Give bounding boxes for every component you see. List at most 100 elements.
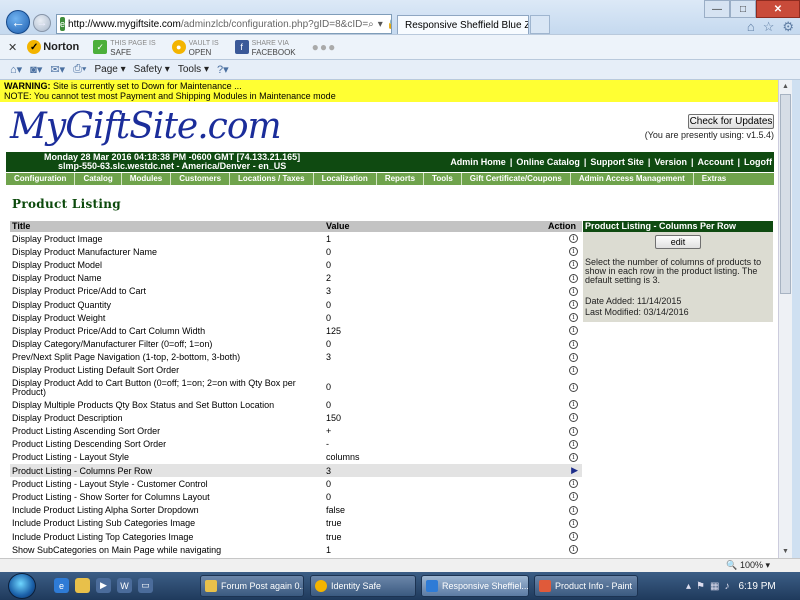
table-row[interactable]: Product Listing - Layout Style columns i [10, 451, 582, 464]
admin-home-link[interactable]: Admin Home [450, 157, 506, 167]
nav-admin-access[interactable]: Admin Access Management [571, 173, 694, 185]
safety-menu[interactable]: Safety ▾ [134, 64, 170, 75]
maximize-button[interactable]: □ [730, 0, 756, 18]
table-row[interactable]: Display Category/Manufacturer Filter (0=… [10, 338, 582, 351]
forward-button[interactable]: → [33, 14, 51, 32]
minimize-button[interactable]: — [704, 0, 730, 18]
nav-tools[interactable]: Tools [424, 173, 462, 185]
table-row[interactable]: Display Product Weight 0 i [10, 311, 582, 324]
table-row[interactable]: Display Product Name 2 i [10, 272, 582, 285]
edit-button[interactable]: edit [655, 235, 701, 249]
info-icon[interactable]: i [569, 286, 578, 296]
table-row[interactable]: Show SubCategories on Main Page while na… [10, 543, 582, 556]
print-icon[interactable]: ⎙▾ [73, 63, 86, 76]
nav-modules[interactable]: Modules [122, 173, 172, 185]
dropdown-icon[interactable]: ▾ [378, 19, 383, 30]
page-menu[interactable]: Page ▾ [95, 64, 126, 75]
table-row[interactable]: Product Listing - Columns Per Row 3 ▶ [10, 464, 582, 478]
info-icon[interactable]: i [569, 545, 578, 555]
toolbar-close-icon[interactable]: ✕ [8, 41, 17, 54]
support-site-link[interactable]: Support Site [590, 157, 644, 167]
flag-icon[interactable]: ⚑ [696, 581, 705, 592]
mail-icon[interactable]: ✉▾ [50, 63, 65, 76]
info-icon[interactable]: i [569, 413, 578, 423]
info-icon[interactable]: i [569, 452, 578, 462]
info-icon[interactable]: i [569, 339, 578, 349]
taskbar-identity-safe[interactable]: Identity Safe [310, 575, 416, 597]
table-row[interactable]: Product Listing Ascending Sort Order + i [10, 424, 582, 437]
folder-icon[interactable] [75, 578, 90, 593]
info-icon[interactable]: i [569, 365, 578, 375]
more-dots-icon[interactable]: ●●● [312, 40, 337, 54]
page-safe-indicator[interactable]: ✓ THIS PAGE IS SAFE [93, 38, 156, 57]
info-icon[interactable]: i [569, 383, 578, 393]
home-icon[interactable]: ⌂ [747, 19, 755, 35]
table-row[interactable]: Display Product Manufacturer Name 0 i [10, 245, 582, 258]
back-button[interactable]: ← [6, 10, 30, 34]
table-row[interactable]: Prev/Next Split Page Navigation (1-top, … [10, 351, 582, 364]
ie-icon[interactable]: e [54, 578, 69, 593]
table-row[interactable]: Display Product Image 1 i [10, 232, 582, 245]
info-icon[interactable]: i [569, 479, 578, 489]
search-icon[interactable]: ⌕ [368, 19, 374, 30]
word-icon[interactable]: W [117, 578, 132, 593]
logoff-link[interactable]: Logoff [744, 157, 772, 167]
network-icon[interactable]: ▦ [710, 581, 719, 592]
nav-localization[interactable]: Localization [314, 173, 377, 185]
nav-reports[interactable]: Reports [377, 173, 425, 185]
volume-icon[interactable]: ♪ [724, 581, 729, 592]
info-icon[interactable]: i [569, 300, 578, 310]
home-small-icon[interactable]: ⌂▾ [10, 63, 22, 76]
nav-locations-taxes[interactable]: Locations / Taxes [230, 173, 314, 185]
show-desktop-icon[interactable]: ▭ [138, 578, 153, 593]
info-icon[interactable]: i [569, 260, 578, 270]
scroll-thumb[interactable] [780, 94, 791, 294]
info-icon[interactable]: i [569, 352, 578, 362]
table-row[interactable]: Display Product Model 0 i [10, 258, 582, 271]
browser-tab-active[interactable]: Responsive Sheffield Blue Z... ✕ [397, 15, 529, 34]
nav-extras[interactable]: Extras [694, 173, 734, 185]
table-row[interactable]: Display Product Add to Cart Button (0=of… [10, 377, 582, 398]
clock[interactable]: 6:19 PM [738, 581, 775, 592]
table-row[interactable]: Display Product Price/Add to Cart 3 i [10, 285, 582, 298]
online-catalog-link[interactable]: Online Catalog [516, 157, 580, 167]
table-row[interactable]: Display Product Price/Add to Cart Column… [10, 324, 582, 337]
info-icon[interactable]: i [569, 518, 578, 528]
info-icon[interactable]: i [569, 532, 578, 542]
vertical-scrollbar[interactable]: ▲ ▼ [778, 80, 792, 558]
selected-arrow-icon[interactable]: ▶ [571, 465, 578, 476]
info-icon[interactable]: i [569, 234, 578, 244]
table-row[interactable]: Include Product Listing Sub Categories I… [10, 517, 582, 530]
table-row[interactable]: Display Product Quantity 0 i [10, 298, 582, 311]
close-button[interactable]: ✕ [756, 0, 800, 18]
table-row[interactable]: Include Product Listing Top Categories I… [10, 530, 582, 543]
vault-indicator[interactable]: ● VAULT IS OPEN [171, 38, 219, 57]
rss-feed-icon[interactable]: ◙▾ [30, 63, 42, 76]
nav-gift-certificates[interactable]: Gift Certificate/Coupons [462, 173, 571, 185]
table-row[interactable]: Product Listing - Layout Style - Custome… [10, 477, 582, 490]
info-icon[interactable]: i [569, 400, 578, 410]
scroll-up-icon[interactable]: ▲ [779, 80, 792, 93]
info-icon[interactable]: i [569, 313, 578, 323]
table-row[interactable]: Product Listing - Show Sorter for Column… [10, 490, 582, 503]
norton-logo[interactable]: ✓ Norton [27, 40, 79, 54]
start-button[interactable] [8, 573, 36, 599]
tools-menu[interactable]: Tools ▾ [178, 64, 209, 75]
settings-gear-icon[interactable]: ⚙ [782, 19, 794, 35]
version-link[interactable]: Version [654, 157, 687, 167]
info-icon[interactable]: i [569, 492, 578, 502]
table-row[interactable]: Include Product Listing Alpha Sorter Dro… [10, 504, 582, 517]
table-row[interactable]: Display Multiple Products Qty Box Status… [10, 398, 582, 411]
tray-expand-icon[interactable]: ▴ [686, 581, 691, 592]
table-row[interactable]: Display Product Listing Default Sort Ord… [10, 364, 582, 377]
taskbar-forum-post[interactable]: Forum Post again 0... [200, 575, 304, 597]
nav-customers[interactable]: Customers [171, 173, 231, 185]
new-tab-button[interactable] [530, 15, 550, 34]
check-updates-button[interactable]: Check for Updates [688, 114, 774, 129]
info-icon[interactable]: i [569, 247, 578, 257]
info-icon[interactable]: i [569, 439, 578, 449]
address-bar[interactable]: e http://www.mygiftsite.com /adminzlcb/c… [56, 14, 392, 34]
account-link[interactable]: Account [697, 157, 733, 167]
info-icon[interactable]: i [569, 326, 578, 336]
taskbar-browser[interactable]: Responsive Sheffiel... [421, 575, 529, 597]
